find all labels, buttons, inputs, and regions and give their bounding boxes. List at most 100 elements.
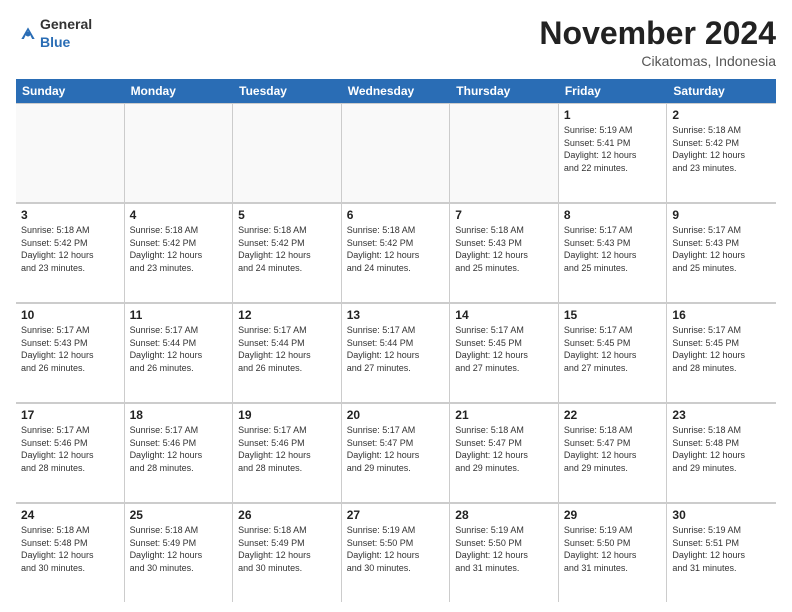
day-info: Sunrise: 5:18 AM Sunset: 5:48 PM Dayligh… [672, 424, 771, 474]
day-info: Sunrise: 5:17 AM Sunset: 5:44 PM Dayligh… [347, 324, 445, 374]
cal-cell: 20 Sunrise: 5:17 AM Sunset: 5:47 PM Dayli… [342, 404, 451, 502]
cal-cell: 28Sunrise: 5:19 AM Sunset: 5:50 PM Dayli… [450, 504, 559, 602]
day-info: Sunrise: 5:18 AM Sunset: 5:42 PM Dayligh… [672, 124, 771, 174]
day-info: Sunrise: 5:18 AM Sunset: 5:48 PM Dayligh… [21, 524, 119, 574]
logo-icon [18, 24, 38, 44]
cal-cell: 29 Sunrise: 5:19 AM Sunset: 5:50 PM Dayli… [559, 504, 668, 602]
day-info: Sunrise: 5:18 AM Sunset: 5:47 PM Dayligh… [564, 424, 662, 474]
day-number: 5 [238, 208, 336, 222]
cal-cell: 24 Sunrise: 5:18 AM Sunset: 5:48 PM Dayli… [16, 504, 125, 602]
cal-cell: 16Sunrise: 5:17 AM Sunset: 5:45 PM Dayli… [667, 304, 776, 402]
day-number: 10 [21, 308, 119, 322]
cal-cell: 11 Sunrise: 5:17 AM Sunset: 5:44 PM Dayli… [125, 304, 234, 402]
cal-cell: 12Sunrise: 5:17 AM Sunset: 5:44 PM Dayli… [233, 304, 342, 402]
cal-header-tuesday: Tuesday [233, 79, 342, 103]
cal-header-friday: Friday [559, 79, 668, 103]
cal-cell: 25 Sunrise: 5:18 AM Sunset: 5:49 PM Dayli… [125, 504, 234, 602]
day-number: 4 [130, 208, 228, 222]
title-block: November 2024 Cikatomas, Indonesia [539, 16, 776, 69]
day-info: Sunrise: 5:17 AM Sunset: 5:43 PM Dayligh… [21, 324, 119, 374]
day-number: 11 [130, 308, 228, 322]
day-number: 6 [347, 208, 445, 222]
cal-cell: 17 Sunrise: 5:17 AM Sunset: 5:46 PM Dayli… [16, 404, 125, 502]
cal-cell: 2Sunrise: 5:18 AM Sunset: 5:42 PM Daylig… [667, 104, 776, 202]
day-info: Sunrise: 5:19 AM Sunset: 5:41 PM Dayligh… [564, 124, 662, 174]
day-info: Sunrise: 5:17 AM Sunset: 5:45 PM Dayligh… [564, 324, 662, 374]
day-info: Sunrise: 5:18 AM Sunset: 5:42 PM Dayligh… [238, 224, 336, 274]
day-number: 30 [672, 508, 771, 522]
logo-text: General Blue [40, 16, 92, 52]
day-info: Sunrise: 5:18 AM Sunset: 5:42 PM Dayligh… [347, 224, 445, 274]
cal-cell [16, 104, 125, 202]
day-info: Sunrise: 5:18 AM Sunset: 5:49 PM Dayligh… [238, 524, 336, 574]
logo: General Blue [16, 16, 92, 52]
cal-cell [450, 104, 559, 202]
day-info: Sunrise: 5:18 AM Sunset: 5:49 PM Dayligh… [130, 524, 228, 574]
page: General Blue November 2024 Cikatomas, In… [0, 0, 792, 612]
cal-row-0: 1 Sunrise: 5:19 AM Sunset: 5:41 PM Daylig… [16, 103, 776, 203]
cal-cell: 21 Sunrise: 5:18 AM Sunset: 5:47 PM Dayli… [450, 404, 559, 502]
day-info: Sunrise: 5:19 AM Sunset: 5:50 PM Dayligh… [455, 524, 553, 574]
day-number: 7 [455, 208, 553, 222]
cal-cell: 27 Sunrise: 5:19 AM Sunset: 5:50 PM Dayli… [342, 504, 451, 602]
cal-cell [342, 104, 451, 202]
cal-row-4: 24 Sunrise: 5:18 AM Sunset: 5:48 PM Dayli… [16, 503, 776, 602]
calendar-body: 1 Sunrise: 5:19 AM Sunset: 5:41 PM Daylig… [16, 103, 776, 602]
day-number: 19 [238, 408, 336, 422]
day-number: 17 [21, 408, 119, 422]
day-number: 25 [130, 508, 228, 522]
cal-cell: 1 Sunrise: 5:19 AM Sunset: 5:41 PM Daylig… [559, 104, 668, 202]
cal-cell: 30Sunrise: 5:19 AM Sunset: 5:51 PM Dayli… [667, 504, 776, 602]
day-info: Sunrise: 5:17 AM Sunset: 5:46 PM Dayligh… [21, 424, 119, 474]
cal-header-thursday: Thursday [450, 79, 559, 103]
day-number: 21 [455, 408, 553, 422]
day-number: 29 [564, 508, 662, 522]
cal-cell [233, 104, 342, 202]
day-number: 22 [564, 408, 662, 422]
day-number: 24 [21, 508, 119, 522]
day-info: Sunrise: 5:18 AM Sunset: 5:42 PM Dayligh… [21, 224, 119, 274]
cal-cell: 23 Sunrise: 5:18 AM Sunset: 5:48 PM Dayli… [667, 404, 776, 502]
day-info: Sunrise: 5:17 AM Sunset: 5:44 PM Dayligh… [130, 324, 228, 374]
day-number: 26 [238, 508, 336, 522]
day-info: Sunrise: 5:19 AM Sunset: 5:50 PM Dayligh… [347, 524, 445, 574]
day-number: 15 [564, 308, 662, 322]
day-info: Sunrise: 5:17 AM Sunset: 5:46 PM Dayligh… [130, 424, 228, 474]
calendar: SundayMondayTuesdayWednesdayThursdayFrid… [16, 79, 776, 602]
cal-cell: 6 Sunrise: 5:18 AM Sunset: 5:42 PM Daylig… [342, 204, 451, 302]
day-info: Sunrise: 5:17 AM Sunset: 5:43 PM Dayligh… [672, 224, 771, 274]
cal-header-saturday: Saturday [667, 79, 776, 103]
day-info: Sunrise: 5:17 AM Sunset: 5:47 PM Dayligh… [347, 424, 445, 474]
header: General Blue November 2024 Cikatomas, In… [16, 16, 776, 69]
cal-cell: 26 Sunrise: 5:18 AM Sunset: 5:49 PM Dayli… [233, 504, 342, 602]
cal-cell: 5 Sunrise: 5:18 AM Sunset: 5:42 PM Daylig… [233, 204, 342, 302]
day-number: 8 [564, 208, 662, 222]
logo-blue: Blue [40, 34, 70, 50]
location: Cikatomas, Indonesia [539, 53, 776, 69]
day-number: 20 [347, 408, 445, 422]
day-number: 1 [564, 108, 662, 122]
day-number: 23 [672, 408, 771, 422]
cal-cell: 3 Sunrise: 5:18 AM Sunset: 5:42 PM Daylig… [16, 204, 125, 302]
cal-header-sunday: Sunday [16, 79, 125, 103]
day-number: 27 [347, 508, 445, 522]
cal-cell: 8Sunrise: 5:17 AM Sunset: 5:43 PM Daylig… [559, 204, 668, 302]
day-info: Sunrise: 5:18 AM Sunset: 5:42 PM Dayligh… [130, 224, 228, 274]
day-info: Sunrise: 5:18 AM Sunset: 5:47 PM Dayligh… [455, 424, 553, 474]
cal-cell: 4 Sunrise: 5:18 AM Sunset: 5:42 PM Daylig… [125, 204, 234, 302]
month-year: November 2024 [539, 16, 776, 51]
day-number: 18 [130, 408, 228, 422]
day-number: 3 [21, 208, 119, 222]
cal-header-wednesday: Wednesday [342, 79, 451, 103]
cal-cell: 18 Sunrise: 5:17 AM Sunset: 5:46 PM Dayli… [125, 404, 234, 502]
day-info: Sunrise: 5:17 AM Sunset: 5:45 PM Dayligh… [455, 324, 553, 374]
day-info: Sunrise: 5:19 AM Sunset: 5:50 PM Dayligh… [564, 524, 662, 574]
day-info: Sunrise: 5:17 AM Sunset: 5:46 PM Dayligh… [238, 424, 336, 474]
cal-cell: 10 Sunrise: 5:17 AM Sunset: 5:43 PM Dayli… [16, 304, 125, 402]
day-number: 14 [455, 308, 553, 322]
cal-cell: 13 Sunrise: 5:17 AM Sunset: 5:44 PM Dayli… [342, 304, 451, 402]
day-number: 13 [347, 308, 445, 322]
logo-general: General [40, 16, 92, 32]
day-number: 16 [672, 308, 771, 322]
calendar-header: SundayMondayTuesdayWednesdayThursdayFrid… [16, 79, 776, 103]
